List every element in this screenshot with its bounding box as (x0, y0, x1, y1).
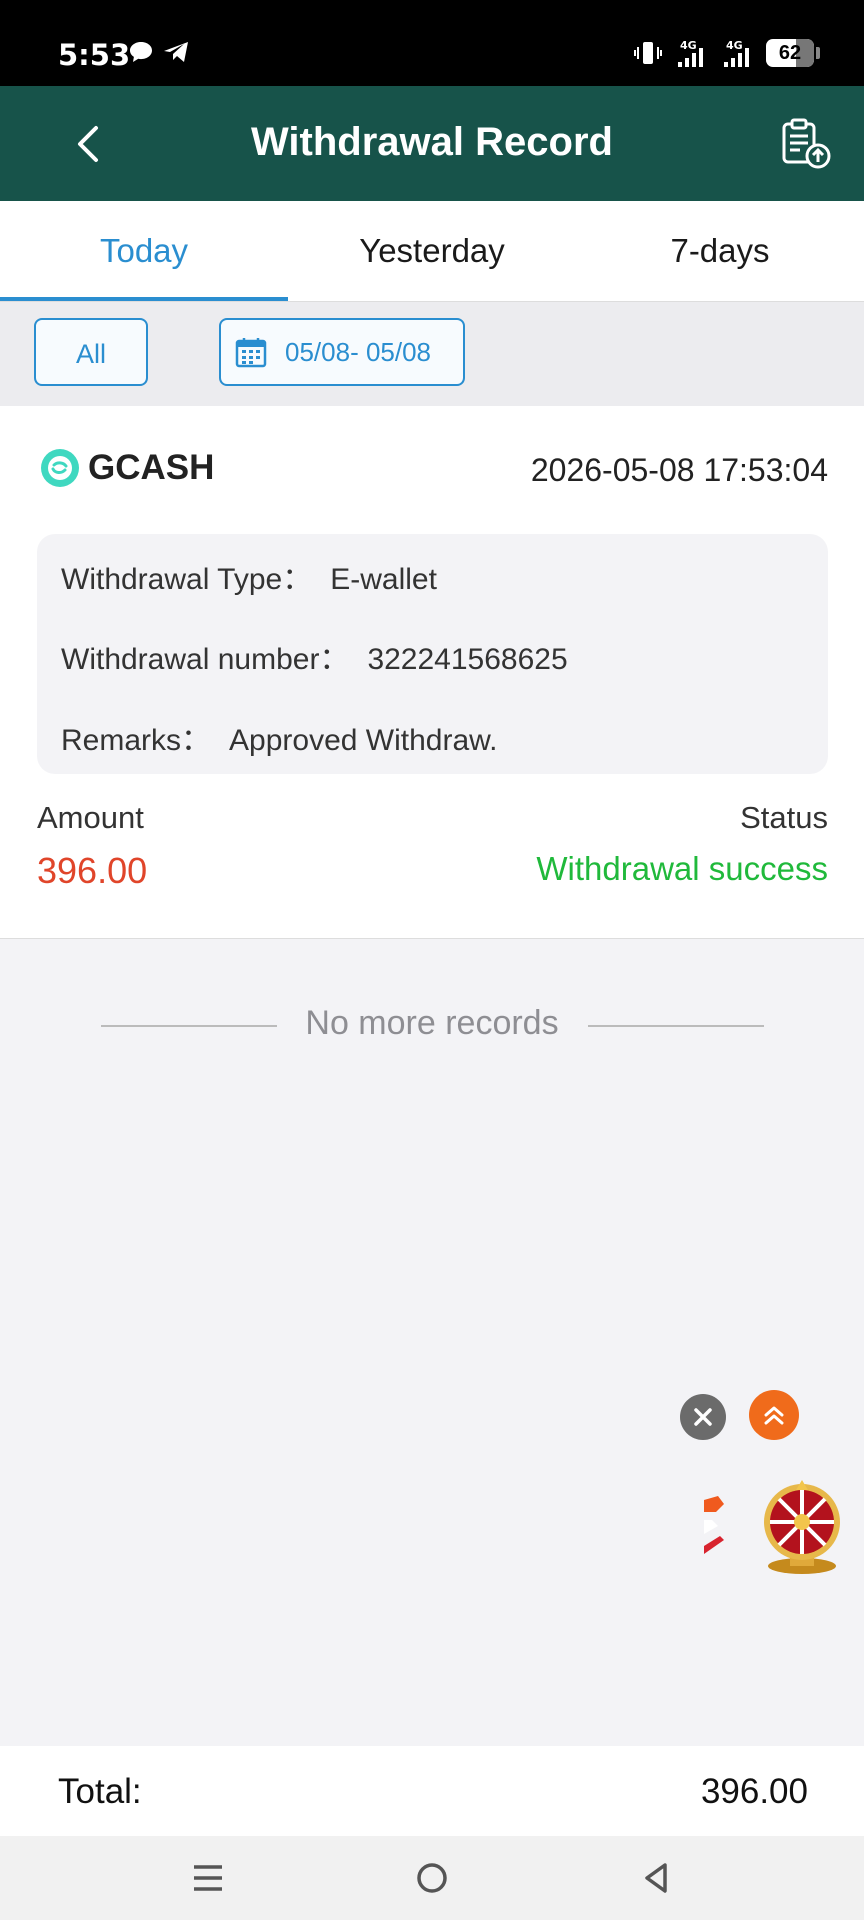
no-more-records: No more records (305, 1004, 559, 1042)
tab-7-days[interactable]: 7-days (576, 201, 864, 301)
date-range-button[interactable]: 05/08- 05/08 (219, 318, 465, 386)
total-label: Total: (58, 1772, 142, 1811)
filter-bar: All 05/08- 05/08 (0, 302, 864, 406)
double-chevron-up-icon (764, 1406, 784, 1425)
app-header: Withdrawal Record (0, 86, 864, 201)
battery-level: 62 (778, 41, 802, 64)
recents-button[interactable] (184, 1854, 232, 1902)
telegram-icon (164, 42, 188, 62)
withdrawal-number-value: 322241568625 (367, 643, 568, 676)
close-float-button[interactable] (680, 1394, 726, 1440)
status-value: Withdrawal success (536, 850, 828, 887)
gift-promo-icon[interactable] (704, 1476, 726, 1572)
battery-indicator: 62 (766, 39, 820, 67)
record-datetime: 2026-05-08 17:53:04 (530, 452, 828, 488)
lucky-wheel-icon[interactable] (760, 1480, 844, 1576)
page-title: Withdrawal Record (251, 120, 613, 164)
amount-value: 396.00 (37, 850, 148, 891)
vibrate-icon (634, 42, 662, 64)
home-button[interactable] (408, 1854, 456, 1902)
remarks-row: Remarks： Approved Withdraw. (61, 715, 497, 759)
date-tabs: Today Yesterday 7-days (0, 201, 864, 302)
amount-label: Amount (37, 800, 144, 835)
status-time: 5:53 (58, 38, 131, 72)
status-label: Status (740, 800, 828, 835)
withdrawal-number-row: Withdrawal number： 322241568625 (61, 634, 568, 678)
gcash-logo-icon (41, 449, 79, 487)
back-triangle-icon (645, 1863, 667, 1893)
chat-bubble-icon (130, 42, 152, 62)
withdrawal-type-value: E-wallet (330, 563, 437, 596)
signal-4g-icon: 4G (724, 39, 749, 67)
close-icon (694, 1408, 712, 1426)
withdrawal-type-label: Withdrawal Type： (61, 563, 313, 596)
payment-method: GCASH (88, 448, 215, 487)
back-button[interactable] (632, 1854, 680, 1902)
withdrawal-record-card[interactable]: GCASH 2026-05-08 17:53:04 Withdrawal Typ… (0, 406, 864, 939)
active-tab-indicator (0, 297, 288, 301)
system-nav-bar (0, 1836, 864, 1920)
calendar-icon (235, 338, 267, 368)
total-bar: Total: 396.00 (0, 1746, 864, 1836)
remarks-value: Approved Withdraw. (229, 724, 498, 757)
tab-today[interactable]: Today (0, 201, 288, 301)
status-bar: 5:53 4G 4G 62 (0, 0, 864, 86)
withdrawal-number-label: Withdrawal number： (61, 643, 350, 676)
scroll-top-button[interactable] (749, 1390, 799, 1440)
total-value: 396.00 (700, 1772, 808, 1811)
home-circle-icon (417, 1863, 447, 1893)
menu-icon (194, 1865, 222, 1891)
divider-right (588, 1025, 764, 1027)
tab-yesterday[interactable]: Yesterday (288, 201, 576, 301)
type-filter-button[interactable]: All (34, 318, 148, 386)
svg-text:4G: 4G (726, 39, 743, 52)
record-details: Withdrawal Type： E-wallet Withdrawal numb… (37, 534, 828, 774)
clipboard-upload-icon[interactable] (778, 116, 832, 170)
svg-text:4G: 4G (680, 39, 697, 52)
date-range-label: 05/08- 05/08 (285, 336, 432, 367)
remarks-label: Remarks： (61, 724, 212, 757)
signal-4g-icon: 4G (678, 39, 703, 67)
withdrawal-type-row: Withdrawal Type： E-wallet (61, 554, 437, 598)
